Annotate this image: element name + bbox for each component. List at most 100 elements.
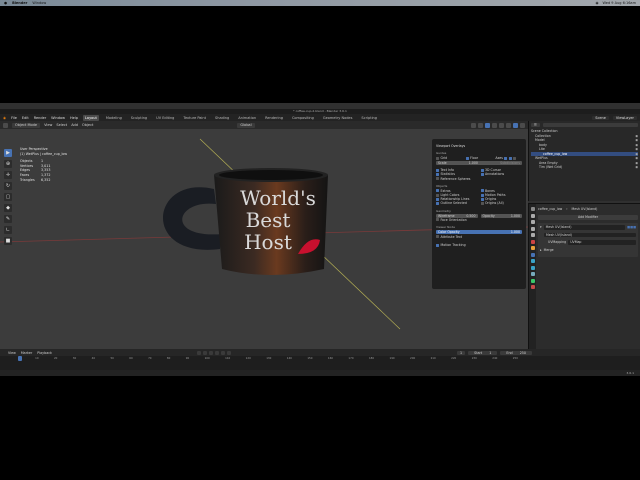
menu-help[interactable]: Help [70,116,78,120]
timeline-menu-playback[interactable]: Playback [37,351,52,355]
annotate-tool[interactable]: ✎ [4,215,12,223]
uv-mapping-field[interactable]: UVMap [568,240,636,245]
tab-rendering[interactable]: Rendering [263,115,285,121]
scene-tab-icon[interactable] [530,233,535,237]
start-frame-field[interactable]: Start 1 [468,350,498,355]
merge-label[interactable]: Merge [544,248,554,252]
solid-shading-icon[interactable] [506,122,511,128]
move-tool[interactable]: ✛ [4,171,12,179]
app-menu[interactable]: Blender [12,1,27,5]
outliner-row[interactable]: Tim (Wet Grid) ◉ [531,165,638,170]
grid-checkbox[interactable]: Grid [436,156,463,160]
color-opacity-slider[interactable]: Color Opacity 1.000 [436,229,522,234]
modifier-sub-field[interactable]: Mesh UV(Island) [544,232,636,237]
modifier-tab-icon[interactable] [530,252,535,257]
output-tab-icon[interactable] [530,220,535,224]
wireframe-shading-icon[interactable] [499,122,504,128]
play-icon[interactable] [214,350,219,355]
prev-keyframe-icon[interactable] [202,350,207,355]
overlay-icon[interactable] [485,122,490,128]
cursor-tool[interactable]: ⊕ [4,160,12,168]
measure-tool[interactable]: ∟ [4,226,12,234]
particles-tab-icon[interactable] [530,259,535,263]
eye-icon[interactable]: ◉ [635,138,638,142]
merge-expand-icon[interactable]: ▸ [540,248,542,252]
eye-icon[interactable]: ◉ [635,161,638,165]
menu-window[interactable]: Window [51,116,65,120]
wifi-icon[interactable]: ◉ [595,1,598,5]
xray-icon[interactable] [492,122,497,128]
scale-field[interactable]: Scale 1.000 Subdivisions [436,161,522,166]
mode-dropdown[interactable]: Object Mode [12,122,41,128]
rendered-shading-icon[interactable] [520,122,525,128]
motion-tracking-checkbox[interactable]: Motion Tracking [436,243,522,247]
scale-tool[interactable]: ▢ [4,193,12,201]
menu-file[interactable]: File [11,116,17,120]
world-tab-icon[interactable] [530,239,535,244]
outline-selected-checkbox[interactable]: Outline Selected [436,201,478,205]
axes-toggle[interactable]: Axes [495,156,522,160]
menu-select[interactable]: Select [56,123,67,127]
eye-icon[interactable]: ◉ [635,152,638,156]
face-orientation-checkbox[interactable]: Face Orientation [436,218,522,222]
view-layer-tab-icon[interactable] [530,226,535,231]
3d-viewport[interactable]: World's Best Host ▶ ⊕ ✛ ↻ ▢ ◆ ✎ ∟ ■ User… [0,129,528,349]
scene-selector[interactable]: Scene [592,115,609,120]
object-tab-icon[interactable] [530,246,535,250]
outliner-filter-icon[interactable]: ☰ [531,123,540,127]
tab-uv-editing[interactable]: UV Editing [154,115,176,121]
tab-geometry-nodes[interactable]: Geometry Nodes [321,115,355,121]
timeline-menu-view[interactable]: View [8,351,16,355]
attribute-text-checkbox[interactable]: Attribute Text [436,235,522,239]
timeline-menu-marker[interactable]: Marker [21,351,32,355]
menu-view[interactable]: View [44,123,52,127]
apple-icon[interactable]: ● [4,1,7,5]
select-box-tool[interactable]: ▶ [4,149,12,157]
visibility-icon[interactable] [471,122,476,128]
playhead[interactable] [18,356,22,361]
menu-render[interactable]: Render [34,116,46,120]
floor-checkbox[interactable]: Floor [465,156,493,160]
material-tab-icon[interactable] [530,285,535,289]
tab-shading[interactable]: Shading [213,115,231,121]
jump-start-icon[interactable] [196,350,201,355]
tab-layout[interactable]: Layout [82,114,99,121]
tool-tab-icon[interactable] [530,207,535,211]
current-frame-field[interactable]: 1 [457,350,466,355]
jump-end-icon[interactable] [226,350,231,355]
render-tab-icon[interactable] [530,213,535,218]
tab-sculpting[interactable]: Sculpting [129,115,149,121]
gizmo-icon[interactable] [478,122,483,128]
eye-icon[interactable]: ◉ [635,134,638,138]
add-modifier-button[interactable]: Add Modifier [538,215,638,220]
window-menu[interactable]: Window [32,1,46,5]
eye-icon[interactable]: ◉ [635,156,638,160]
play-reverse-icon[interactable] [208,350,213,355]
reference-spheres-checkbox[interactable]: Reference Spheres [436,177,522,181]
blender-logo-icon[interactable]: ◉ [3,116,6,120]
tab-scripting[interactable]: Scripting [359,115,379,121]
timeline[interactable]: 0102030405060708090100110120130140150160… [0,356,640,370]
menu-add[interactable]: Add [71,123,78,127]
end-frame-field[interactable]: End 250 [500,350,532,355]
rotate-tool[interactable]: ↻ [4,182,12,190]
view-layer-selector[interactable]: ViewLayer [612,115,637,120]
outliner-search-input[interactable] [542,123,638,127]
transform-orientation-dropdown[interactable]: Global [237,122,255,128]
clock[interactable]: Wed 9 Aug 6:16am [603,1,636,5]
data-tab-icon[interactable] [530,278,535,283]
menu-edit[interactable]: Edit [22,116,29,120]
collapse-arrow-icon[interactable]: ▾ [540,225,542,229]
add-cube-tool[interactable]: ■ [4,237,12,245]
tab-animation[interactable]: Animation [236,115,258,121]
transform-tool[interactable]: ◆ [4,204,12,212]
tab-compositing[interactable]: Compositing [290,115,316,121]
eye-icon[interactable]: ◉ [635,143,638,147]
material-preview-icon[interactable] [513,122,518,128]
constraints-tab-icon[interactable] [530,272,535,276]
next-keyframe-icon[interactable] [220,350,225,355]
tab-modeling[interactable]: Modeling [104,115,124,121]
modifier-visibility-icons[interactable]: ■■■ [627,225,636,229]
eye-icon[interactable]: ◉ [635,147,638,151]
eye-icon[interactable]: ◉ [635,165,638,169]
